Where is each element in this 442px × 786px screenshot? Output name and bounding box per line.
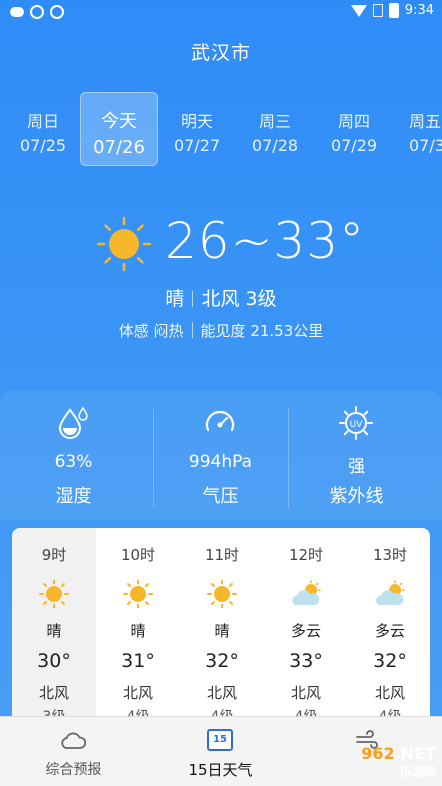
hour-condition: 晴 <box>214 622 230 640</box>
day-tab[interactable]: 周日 07/25 <box>5 92 81 164</box>
hour-time: 11时 <box>204 546 240 564</box>
day-name: 周日 <box>26 112 59 131</box>
pressure-label: 气压 <box>202 486 239 507</box>
hour-column-active[interactable]: 9时 晴 30° 北风 3级 <box>12 528 96 728</box>
day-tab-today[interactable]: 今天 07/26 <box>80 92 158 166</box>
nav-label: 15日天气 <box>188 761 253 779</box>
watermark-suffix: .NET <box>394 744 436 763</box>
condition-text: 晴 <box>165 288 185 310</box>
hour-time: 13时 <box>372 546 408 564</box>
hour-column[interactable]: 10时 晴 31° 北风 4级 <box>96 528 180 728</box>
cloud-icon <box>61 732 86 749</box>
svg-text:UV: UV <box>350 420 364 430</box>
day-date: 07/3 <box>409 136 442 155</box>
uv-icon: UV <box>339 406 373 440</box>
day-name: 周四 <box>337 112 370 131</box>
battery-icon <box>388 3 399 18</box>
feel-label: 体感 <box>118 322 149 340</box>
sun-icon <box>96 216 152 272</box>
watermark-logo: 962.NET 乐游网 <box>361 744 436 780</box>
pressure-gauge-icon <box>205 410 235 432</box>
hour-time: 12时 <box>288 546 324 564</box>
divider <box>191 322 193 338</box>
hour-condition: 多云 <box>290 622 321 640</box>
sun-icon <box>39 580 69 608</box>
calendar-15-icon: 15 <box>207 729 233 751</box>
notification-icons <box>10 5 64 19</box>
hour-temp: 32° <box>205 650 239 672</box>
humidity-label: 湿度 <box>55 486 92 507</box>
pressure-value: 994hPa <box>188 452 253 472</box>
hour-temp: 31° <box>121 650 155 672</box>
humidity-icon <box>58 406 88 439</box>
nav-label: 综合预报 <box>45 762 102 778</box>
uv-label: 紫外线 <box>329 486 384 507</box>
nav-tab-overview[interactable]: 综合预报 <box>0 717 147 786</box>
sync-notification-icon-2 <box>50 5 64 19</box>
day-tab[interactable]: 明天 07/27 <box>159 92 235 164</box>
pressure-stat: 994hPa 气压 <box>147 390 294 520</box>
day-date: 07/25 <box>19 136 67 155</box>
sun-icon <box>207 580 237 608</box>
clock: 9:34 <box>404 3 434 18</box>
hour-wind-dir: 北风 <box>38 684 69 702</box>
humidity-value: 63% <box>54 452 93 472</box>
day-name: 周五 <box>409 112 442 131</box>
day-tab[interactable]: 周五 07/3 <box>395 92 442 164</box>
hour-condition: 多云 <box>374 622 405 640</box>
divider <box>192 291 194 307</box>
sun-icon <box>123 580 153 608</box>
wind-text: 北风 3级 <box>201 288 277 310</box>
hour-wind-dir: 北风 <box>122 684 153 702</box>
day-tab[interactable]: 周三 07/28 <box>237 92 313 164</box>
uv-stat: UV 强 紫外线 <box>283 390 430 520</box>
visibility-label: 能见度 <box>200 322 246 340</box>
hour-column[interactable]: 13时 多云 32° 北风 4级 <box>348 528 430 728</box>
hour-temp: 30° <box>37 650 71 672</box>
hour-time: 10时 <box>120 546 156 564</box>
day-tab[interactable]: 周四 07/29 <box>316 92 392 164</box>
day-selector: 周日 07/25 今天 07/26 明天 07/27 周三 07/28 周四 0… <box>0 92 442 166</box>
condition-line: 晴北风 3级 <box>0 284 442 311</box>
partly-cloudy-icon <box>292 580 321 605</box>
city-title[interactable]: 武汉市 <box>0 38 442 65</box>
hour-time: 9时 <box>41 546 67 564</box>
day-date: 07/29 <box>330 136 378 155</box>
visibility-value: 21.53公里 <box>250 322 324 340</box>
day-date: 07/28 <box>251 136 299 155</box>
day-name: 今天 <box>101 111 137 132</box>
hour-column[interactable]: 12时 多云 33° 北风 4级 <box>264 528 348 728</box>
partly-cloudy-icon <box>376 580 405 605</box>
no-sim-icon <box>372 4 383 17</box>
hour-column[interactable]: 11时 晴 32° 北风 4级 <box>180 528 264 728</box>
day-date: 07/27 <box>173 136 221 155</box>
nav-tab-15day[interactable]: 15 15日天气 <box>147 717 294 786</box>
hour-temp: 33° <box>289 650 323 672</box>
hour-condition: 晴 <box>46 622 62 640</box>
humidity-stat: 63% 湿度 <box>0 390 147 520</box>
day-date: 07/26 <box>93 137 145 158</box>
feel-value: 闷热 <box>153 322 184 340</box>
hour-wind-dir: 北风 <box>290 684 321 702</box>
hour-wind-dir: 北风 <box>206 684 237 702</box>
hour-condition: 晴 <box>130 622 146 640</box>
stats-panel: 63% 湿度 994hPa 气压 UV 强 紫外线 <box>0 390 442 520</box>
cloud-notification-icon <box>10 7 24 17</box>
watermark-prefix: 962 <box>361 744 395 763</box>
hour-wind-dir: 北风 <box>374 684 405 702</box>
temperature-range: 26~33° <box>165 212 366 270</box>
detail-line: 体感 闷热 能见度 21.53公里 <box>0 320 442 341</box>
watermark-sub: 乐游网 <box>399 765 436 779</box>
bottom-nav: 综合预报 15 15日天气 962.NET 乐游网 <box>0 716 442 786</box>
sync-notification-icon <box>30 5 44 19</box>
hour-temp: 32° <box>373 650 407 672</box>
day-name: 周三 <box>258 112 291 131</box>
uv-value: 强 <box>348 457 365 477</box>
status-right: 9:34 <box>350 3 434 18</box>
wifi-icon <box>350 4 367 17</box>
status-bar: 9:34 <box>0 0 442 26</box>
day-name: 明天 <box>180 112 213 131</box>
